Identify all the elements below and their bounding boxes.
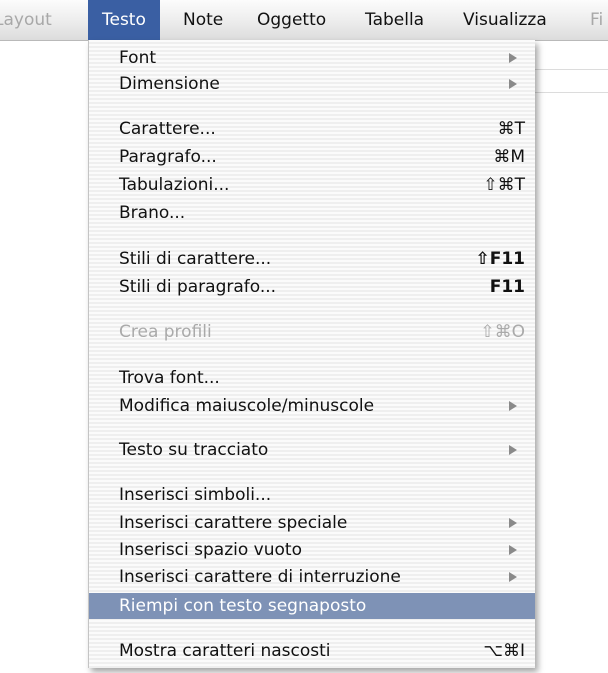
submenu-arrow-icon <box>509 445 517 455</box>
menu-item-label: Inserisci carattere di interruzione <box>119 567 401 587</box>
menu-item-trova-font[interactable]: Trova font... <box>89 365 535 391</box>
menu-item-label: Mostra caratteri nascosti <box>119 641 331 661</box>
menu-item-modifica-maiuscole[interactable]: Modifica maiuscole/minuscole <box>89 393 535 419</box>
menu-item-label: Crea profili <box>119 322 212 342</box>
menu-item-brano[interactable]: Brano... <box>89 200 535 226</box>
menu-item-shortcut: ⌘T <box>497 119 525 139</box>
menubar-item-testo[interactable]: Testo <box>88 0 160 40</box>
menu-item-label: Tabulazioni... <box>119 175 230 195</box>
menu-item-label: Testo su tracciato <box>119 440 269 460</box>
menu-item-label: Carattere... <box>119 119 216 139</box>
menu-item-dimensione[interactable]: Dimensione <box>89 71 535 97</box>
menu-item-inserisci-carattere-di-interruzione[interactable]: Inserisci carattere di interruzione <box>89 564 535 590</box>
menu-item-shortcut: ⇧⌘T <box>483 175 525 195</box>
menu-item-label: Font <box>119 48 157 68</box>
menu-item-label: Riempi con testo segnaposto <box>119 596 367 616</box>
menu-item-riempi-con-testo-segnaposto[interactable]: Riempi con testo segnaposto <box>89 593 535 619</box>
menubar-item-note[interactable]: Note <box>183 0 223 40</box>
menu-item-shortcut: ⌘M <box>493 147 525 167</box>
menu-item-label: Modifica maiuscole/minuscole <box>119 396 375 416</box>
menubar-item-visualizza[interactable]: Visualizza <box>463 0 547 40</box>
menu-item-label: Inserisci simboli... <box>119 485 272 505</box>
submenu-arrow-icon <box>509 545 517 555</box>
menu-item-font[interactable]: Font <box>89 45 535 71</box>
menu-item-label: Paragrafo... <box>119 147 217 167</box>
menu-item-inserisci-spazio-vuoto[interactable]: Inserisci spazio vuoto <box>89 537 535 563</box>
menu-item-inserisci-simboli[interactable]: Inserisci simboli... <box>89 482 535 508</box>
menu-item-inserisci-carattere-speciale[interactable]: Inserisci carattere speciale <box>89 510 535 536</box>
menubar-item-oggetto[interactable]: Oggetto <box>257 0 326 40</box>
menu-item-label: Inserisci spazio vuoto <box>119 540 302 560</box>
menubar-item-layout[interactable]: Layout <box>0 0 52 40</box>
menu-item-stili-di-paragrafo[interactable]: Stili di paragrafo... F11 <box>89 274 535 300</box>
menu-item-label: Stili di carattere... <box>119 249 272 269</box>
submenu-arrow-icon <box>509 79 517 89</box>
menu-item-shortcut: ⇧⌘O <box>480 322 525 342</box>
submenu-arrow-icon <box>509 401 517 411</box>
menu-item-testo-su-tracciato[interactable]: Testo su tracciato <box>89 437 535 463</box>
menu-item-mostra-caratteri-nascosti[interactable]: Mostra caratteri nascosti ⌥⌘I <box>89 638 535 664</box>
menu-item-shortcut: ⇧F11 <box>475 249 525 269</box>
submenu-arrow-icon <box>509 53 517 63</box>
testo-dropdown-menu: Font Dimensione Carattere... ⌘T Paragraf… <box>88 40 535 668</box>
menu-item-label: Inserisci carattere speciale <box>119 513 348 533</box>
menu-item-tabulazioni[interactable]: Tabulazioni... ⇧⌘T <box>89 172 535 198</box>
menubar-item-finestra[interactable]: Fi <box>590 0 603 40</box>
menu-item-label: Trova font... <box>119 368 220 388</box>
menu-item-label: Dimensione <box>119 74 220 94</box>
menu-item-carattere[interactable]: Carattere... ⌘T <box>89 116 535 142</box>
menu-item-crea-profili: Crea profili ⇧⌘O <box>89 319 535 345</box>
menu-item-stili-di-carattere[interactable]: Stili di carattere... ⇧F11 <box>89 246 535 272</box>
menubar-item-tabella[interactable]: Tabella <box>365 0 424 40</box>
menu-bar: Layout Testo Note Oggetto Tabella Visual… <box>0 0 608 41</box>
menu-item-shortcut: ⌥⌘I <box>483 641 525 661</box>
submenu-arrow-icon <box>509 572 517 582</box>
menu-item-shortcut: F11 <box>489 277 525 297</box>
menu-item-label: Brano... <box>119 203 186 223</box>
submenu-arrow-icon <box>509 518 517 528</box>
menu-item-paragrafo[interactable]: Paragrafo... ⌘M <box>89 144 535 170</box>
menu-item-label: Stili di paragrafo... <box>119 277 277 297</box>
